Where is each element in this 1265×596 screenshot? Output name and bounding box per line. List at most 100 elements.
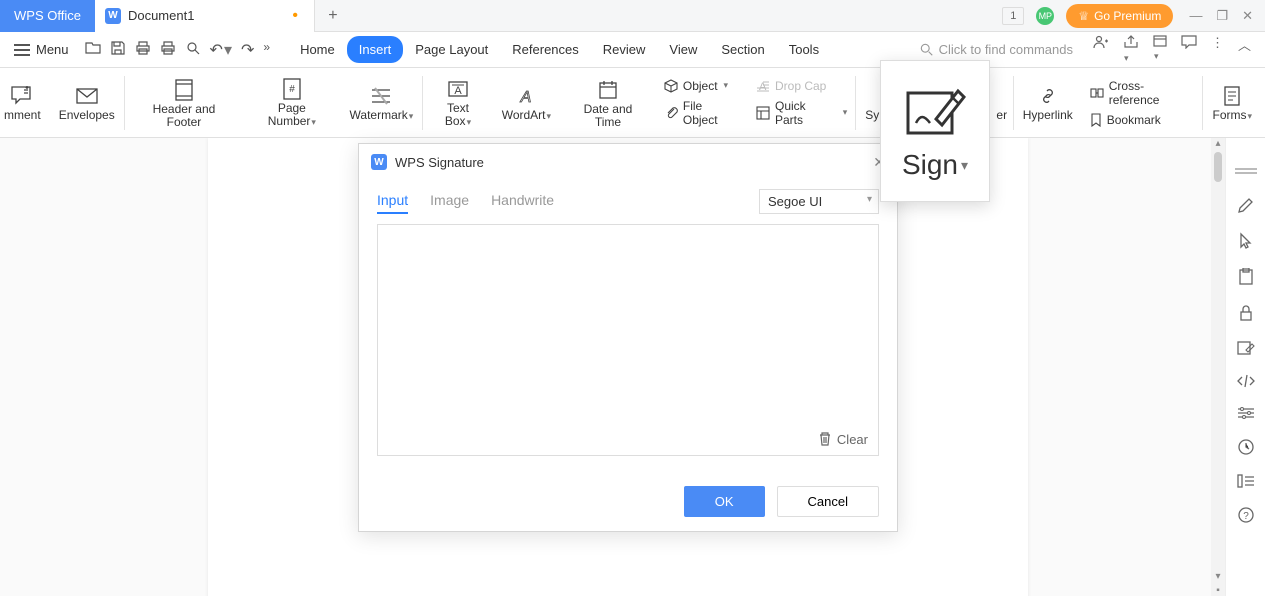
app-tab[interactable]: WPS Office [0,0,95,32]
header-row-button[interactable]: er [991,68,1013,137]
open-icon[interactable] [85,40,101,60]
edit-file-icon[interactable] [1237,340,1255,356]
dialog-title: WPS Signature [395,155,484,170]
scroll-down-icon[interactable]: ▾ [1211,571,1225,582]
command-search[interactable]: Click to find commands [920,42,1073,57]
code-icon[interactable] [1237,374,1255,388]
maximize-button[interactable]: ❐ [1216,8,1228,24]
forms-icon [1222,83,1242,109]
rail-toggle-icon[interactable] [1235,168,1257,174]
menubar-tools: ▾ ▾ ⋮ ︿ [1093,35,1251,64]
clipboard-icon[interactable] [1238,268,1254,286]
vertical-scrollbar[interactable]: ▴ ▾ ▪ [1211,138,1225,596]
word-art-icon: A [516,83,536,109]
comment-button[interactable]: mment [4,68,50,137]
tab-tools[interactable]: Tools [777,36,831,63]
bookmark-button[interactable]: Bookmark [1090,113,1161,127]
pencil-icon[interactable] [1237,196,1255,214]
bookmark-label: Bookmark [1107,113,1161,127]
dialog-app-icon: W [371,154,387,170]
go-premium-button[interactable]: ♕ Go Premium [1066,4,1173,28]
document-tab[interactable]: W Document1 • [95,0,315,32]
redo-icon[interactable]: ↷ [241,40,254,60]
dialog-header[interactable]: W WPS Signature ✕ [359,144,897,180]
cross-ref-icon [1090,87,1104,99]
text-box-button[interactable]: A Text Box▾ [423,68,492,137]
tab-insert[interactable]: Insert [347,36,404,63]
ok-button[interactable]: OK [684,486,765,517]
window-icon[interactable]: ▾ [1153,35,1167,64]
dialog-footer: OK Cancel [359,472,897,531]
svg-text:A: A [759,81,767,92]
cross-reference-button[interactable]: Cross-reference [1090,79,1195,107]
watermark-button[interactable]: Watermark▾ [341,68,423,137]
tab-handwrite[interactable]: Handwrite [491,188,554,214]
lock-icon[interactable] [1238,304,1254,322]
save-icon[interactable] [110,40,126,60]
word-art-button[interactable]: A WordArt▾ [493,68,560,137]
file-object-button[interactable]: File Object [664,99,740,127]
tab-references[interactable]: References [500,36,590,63]
premium-label: Go Premium [1094,9,1161,23]
sign-popover[interactable]: Sign▾ [880,60,990,202]
scroll-stop-icon[interactable]: ▪ [1211,585,1225,596]
scroll-thumb[interactable] [1214,152,1222,182]
print-preview-icon[interactable] [160,40,176,60]
svg-text:#: # [289,84,295,95]
new-tab-button[interactable]: + [315,0,351,32]
hyperlink-button[interactable]: Hyperlink [1014,68,1082,137]
attachment-icon [664,106,678,120]
object-button[interactable]: Object▾ [664,79,728,93]
quick-parts-button[interactable]: Quick Parts▾ [756,99,847,127]
clear-button[interactable]: Clear [818,431,868,447]
menu-button[interactable]: Menu [6,38,77,61]
undo-icon[interactable]: ↶▾ [210,40,232,60]
page-indicator[interactable]: 1 [1002,7,1024,25]
window-controls: — ❐ ✕ [1185,8,1257,24]
drop-cap-label: Drop Cap [775,79,826,93]
header-footer-button[interactable]: Header and Footer [125,68,243,137]
tab-view[interactable]: View [657,36,709,63]
font-select[interactable]: Segoe UI [759,189,879,214]
help-icon[interactable]: ? [1237,506,1255,524]
tab-home[interactable]: Home [288,36,347,63]
page-number-button[interactable]: # Page Number▾ [243,68,340,137]
quick-parts-label: Quick Parts [775,99,837,127]
forms-button[interactable]: Forms▾ [1203,68,1261,137]
menu-label: Menu [36,42,69,57]
minimize-button[interactable]: — [1189,8,1202,24]
link-icon [1038,83,1058,109]
svg-text:?: ? [1243,511,1249,522]
tab-input[interactable]: Input [377,188,408,214]
preview-icon[interactable] [185,40,201,60]
date-time-button[interactable]: Date and Time [560,68,656,137]
close-button[interactable]: ✕ [1242,8,1253,24]
print-icon[interactable] [135,40,151,60]
envelopes-button[interactable]: Envelopes [50,68,124,137]
tab-section[interactable]: Section [709,36,776,63]
header-row-label: er [996,109,1007,122]
ribbon: mment Envelopes Header and Footer # Page… [0,68,1265,138]
sliders-icon[interactable] [1237,406,1255,420]
scroll-up-icon[interactable]: ▴ [1211,138,1225,149]
cancel-button[interactable]: Cancel [777,486,879,517]
doc-icon: W [105,8,121,24]
drop-cap-button[interactable]: A Drop Cap [756,79,826,93]
history-icon[interactable] [1237,438,1255,456]
dialog-body: Input Image Handwrite Segoe UI Clear [359,180,897,472]
user-icon[interactable] [1093,35,1109,64]
signature-canvas[interactable]: Clear [377,224,879,456]
hyperlink-label: Hyperlink [1023,109,1073,122]
tab-image[interactable]: Image [430,188,469,214]
kebab-icon[interactable]: ⋮ [1211,35,1224,64]
header-footer-label: Header and Footer [134,103,234,129]
share-icon[interactable]: ▾ [1123,35,1139,64]
outline-icon[interactable] [1237,474,1255,488]
tab-review[interactable]: Review [591,36,658,63]
chat-icon[interactable] [1181,35,1197,64]
cursor-icon[interactable] [1238,232,1254,250]
tab-page-layout[interactable]: Page Layout [403,36,500,63]
user-avatar[interactable]: MP [1036,7,1054,25]
more-qat-icon[interactable]: » [263,40,270,60]
collapse-ribbon-icon[interactable]: ︿ [1238,35,1251,64]
